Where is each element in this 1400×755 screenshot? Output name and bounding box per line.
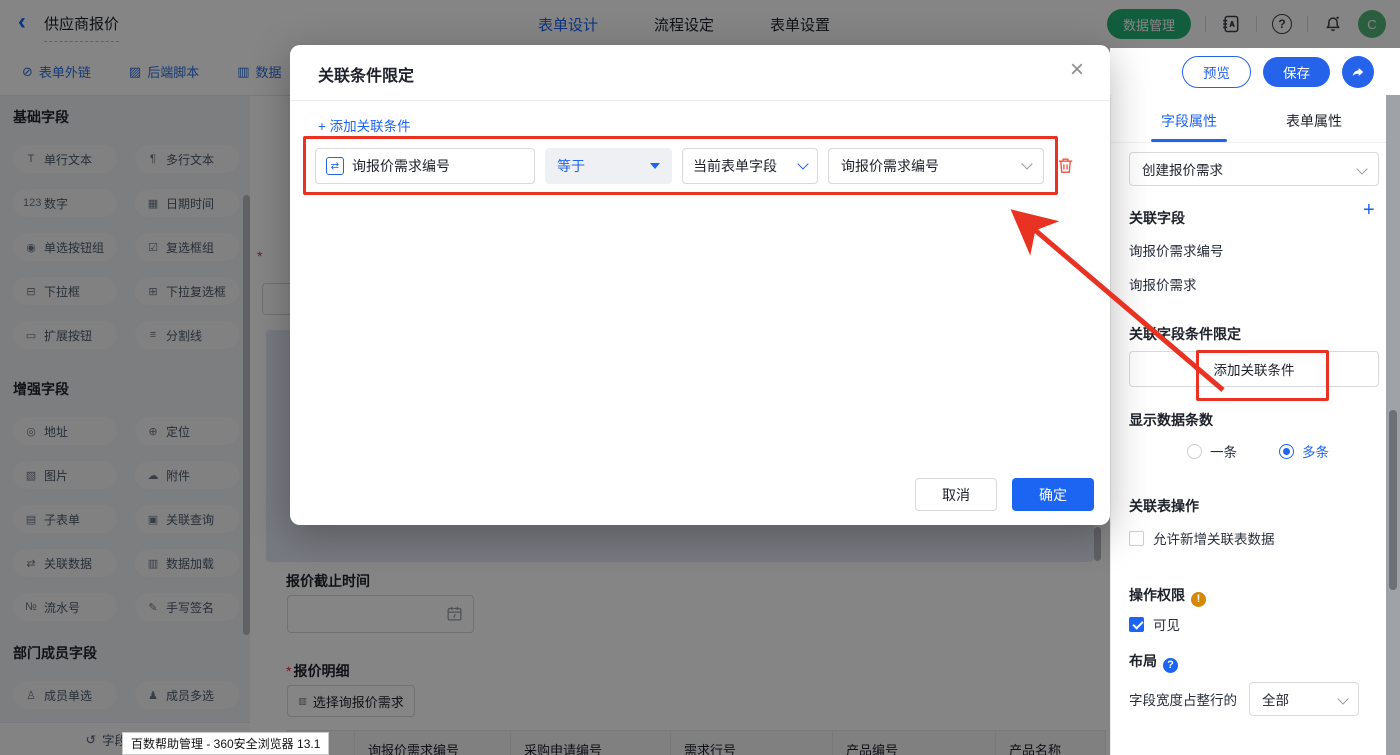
panel-tab-1[interactable]: 表单属性 xyxy=(1286,111,1342,131)
radio-option-1[interactable]: 多条 xyxy=(1279,441,1329,461)
table-ops-title: 关联表操作 xyxy=(1129,496,1199,516)
radio-option-0[interactable]: 一条 xyxy=(1187,441,1237,461)
share-button[interactable] xyxy=(1342,56,1374,88)
browser-status-tooltip: 百数帮助管理 - 360安全浏览器 13.1 xyxy=(122,732,329,755)
visible-label: 可见 xyxy=(1153,614,1180,634)
assoc-field-0: 询报价需求编号 xyxy=(1129,240,1224,260)
condition-title: 关联字段条件限定 xyxy=(1129,324,1241,344)
page-scrollbar-thumb[interactable] xyxy=(1389,410,1397,590)
chevron-down-icon xyxy=(1021,158,1032,169)
preview-button[interactable]: 预览 xyxy=(1182,56,1251,88)
assoc-fields-title: 关联字段 xyxy=(1129,208,1185,228)
radio-checked[interactable] xyxy=(1279,444,1294,459)
app-window: ‹ 供应商报价 表单设计流程设定表单设置 数据管理 ? C ⊘表单外链▨后端脚本… xyxy=(0,0,1400,755)
add-condition-button[interactable]: 添加关联条件 xyxy=(1129,351,1379,387)
chevron-down-icon xyxy=(1337,693,1348,704)
source-value: 当前表单字段 xyxy=(693,156,777,176)
chevron-down-icon xyxy=(1356,163,1367,174)
operator-select[interactable]: 等于 xyxy=(545,148,672,184)
width-label: 字段宽度占整行的 xyxy=(1129,689,1237,709)
permission-title-text: 操作权限 xyxy=(1129,587,1185,603)
display-count-options: 一条 多条 xyxy=(1187,441,1329,461)
assoc-field-1: 询报价需求 xyxy=(1129,274,1197,294)
value-select[interactable]: 询报价需求编号 xyxy=(828,148,1044,184)
visible-checkbox-row[interactable]: 可见 xyxy=(1129,614,1180,634)
link-field-icon: ⇄ xyxy=(326,157,344,175)
target-form-value: 创建报价需求 xyxy=(1142,159,1223,179)
cancel-button[interactable]: 取消 xyxy=(915,478,997,511)
source-select[interactable]: 当前表单字段 xyxy=(682,148,818,184)
property-panel: 字段属性 表单属性 创建报价需求 关联字段 + 询报价需求编号询报价需求 关联字段… xyxy=(1110,95,1400,755)
allow-add-label: 允许新增关联表数据 xyxy=(1153,528,1275,548)
add-assoc-field-button[interactable]: + xyxy=(1363,199,1375,222)
layout-title: 布局? xyxy=(1129,651,1178,673)
share-arrow-icon xyxy=(1350,64,1366,80)
divider xyxy=(290,100,1110,101)
warning-icon: ! xyxy=(1191,592,1206,607)
trash-icon[interactable] xyxy=(1056,156,1075,175)
modal-overlay xyxy=(1110,0,1400,48)
display-count-title: 显示数据条数 xyxy=(1129,410,1213,430)
target-form-select[interactable]: 创建报价需求 xyxy=(1129,152,1379,186)
width-value: 全部 xyxy=(1262,689,1289,709)
panel-tab-0[interactable]: 字段属性 xyxy=(1161,111,1217,131)
help-circle-icon[interactable]: ? xyxy=(1163,658,1178,673)
permission-title: 操作权限! xyxy=(1129,585,1206,607)
close-icon[interactable]: × xyxy=(1070,58,1084,82)
page-scrollbar[interactable] xyxy=(1386,95,1400,755)
radio-label: 一条 xyxy=(1210,441,1237,461)
add-condition-link[interactable]: + 添加关联条件 xyxy=(318,115,411,135)
condition-field-select[interactable]: ⇄ 询报价需求编号 xyxy=(315,148,535,184)
allow-add-checkbox-row[interactable]: 允许新增关联表数据 xyxy=(1129,528,1275,548)
radio-label: 多条 xyxy=(1302,441,1329,461)
condition-field-value: 询报价需求编号 xyxy=(352,156,450,176)
active-tab-underline xyxy=(1151,139,1227,142)
chevron-down-icon xyxy=(797,158,808,169)
radio-unchecked[interactable] xyxy=(1187,444,1202,459)
add-condition-label: 添加关联条件 xyxy=(1214,359,1295,379)
operator-value: 等于 xyxy=(557,156,585,176)
checkbox-checked[interactable] xyxy=(1129,617,1144,632)
toolbar-actions: 预览 保存 xyxy=(1182,48,1374,95)
condition-modal: 关联条件限定 × + 添加关联条件 ⇄ 询报价需求编号 等于 当前表单字段 询报… xyxy=(290,45,1110,525)
modal-title: 关联条件限定 xyxy=(318,62,414,86)
save-button[interactable]: 保存 xyxy=(1263,57,1330,87)
width-select[interactable]: 全部 xyxy=(1249,682,1359,716)
confirm-button[interactable]: 确定 xyxy=(1012,478,1094,511)
layout-title-text: 布局 xyxy=(1129,653,1157,669)
triangle-down-icon xyxy=(650,163,660,169)
checkbox-unchecked[interactable] xyxy=(1129,531,1144,546)
panel-tabs: 字段属性 表单属性 xyxy=(1111,95,1400,143)
value-select-value: 询报价需求编号 xyxy=(841,156,939,176)
